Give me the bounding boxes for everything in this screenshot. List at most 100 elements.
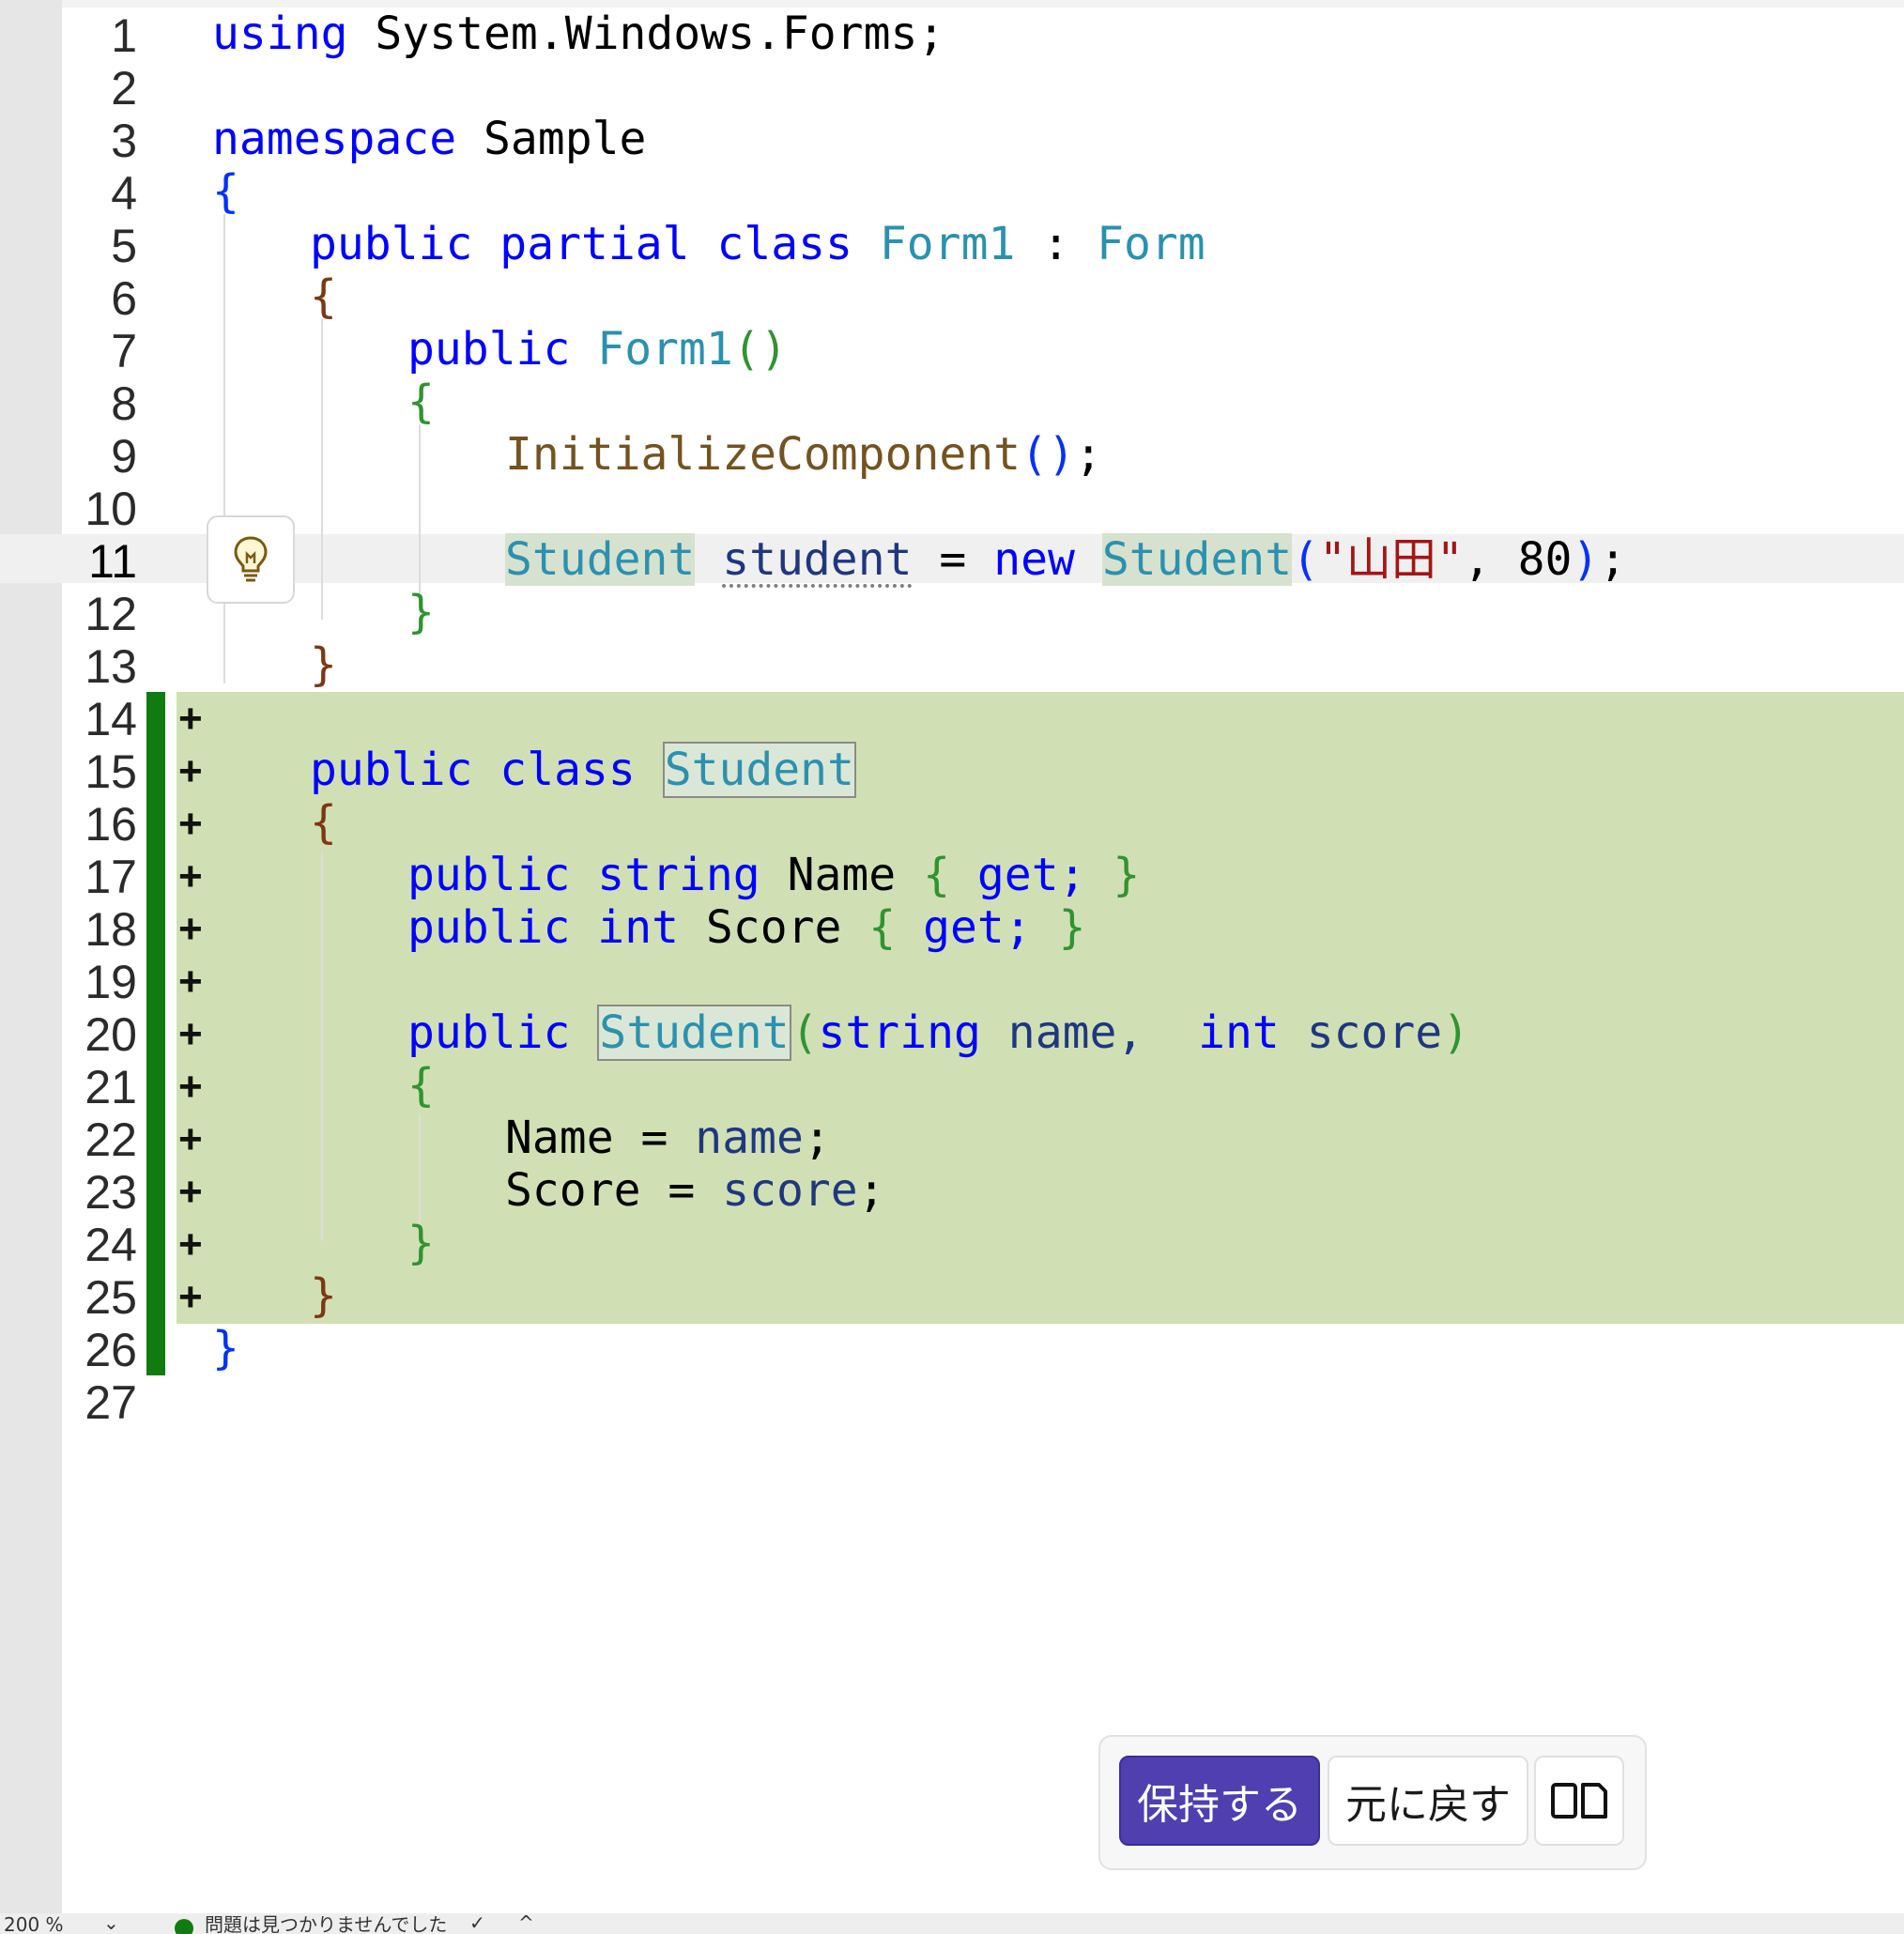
brace: { [212,165,239,218]
brace: } [212,1322,239,1374]
line-number: 7 [111,325,137,377]
paren: ) [1442,1006,1470,1059]
code-line-23[interactable]: Score = score; [505,1164,885,1217]
chevron-down-icon[interactable]: ⌄ [103,1913,119,1932]
paren: ) [1572,533,1600,586]
parens: () [732,323,788,376]
line-number: 5 [111,220,137,272]
line-number: 23 [84,1166,137,1219]
added-line-marker: + [178,696,203,742]
brace: } [1113,849,1141,901]
glyph-margin [0,0,62,1913]
code-line-24[interactable]: } [407,1217,435,1269]
code-line-9[interactable]: InitializeComponent(); [505,428,1102,481]
code-line-7[interactable]: public Form1() [407,323,788,376]
keyword: public class [310,744,636,796]
param-name: name, [1007,1006,1144,1059]
indent-guide [321,319,323,620]
code-line-21[interactable]: { [407,1059,435,1112]
constructor-name: Student [597,1005,791,1061]
code-line-4[interactable]: { [212,165,239,218]
diff-change-bar [146,692,165,1375]
line-number: 4 [111,167,137,220]
code-line-13[interactable]: } [310,638,337,691]
added-line-marker: + [178,801,203,847]
code-line-3[interactable]: namespace Sample [212,113,646,165]
keyword: public [407,1006,571,1059]
number-literal: 80 [1517,533,1573,586]
added-line-marker: + [178,1274,203,1320]
semicolon: ; [1074,428,1102,481]
property-ref: Name [505,1112,614,1164]
brace: { [868,901,897,954]
added-line-marker: + [178,1011,203,1057]
lightbulb-icon [234,536,268,582]
code-line-5[interactable]: public partial class Form1 : Form [310,218,1205,270]
brace: { [310,796,337,849]
keep-button[interactable]: 保持する [1119,1756,1320,1846]
semicolon: ; [857,1164,885,1217]
brace: { [310,270,337,323]
zoom-level[interactable]: 200 % [4,1915,64,1934]
paren: ( [791,1006,819,1059]
code-line-12[interactable]: } [407,586,435,638]
type-ref: Student [1101,533,1293,586]
type-ref: Student [505,533,696,586]
diff-action-bar: 保持する 元に戻す [1098,1735,1647,1870]
quick-actions-lightbulb[interactable] [207,515,295,604]
keyword: public partial class [310,218,852,270]
line-number: 8 [111,377,137,430]
line-number: 21 [84,1061,137,1113]
operator: = [640,1164,723,1217]
code-line-17[interactable]: public string Name { get; } [407,849,1140,901]
compare-view-button[interactable] [1534,1756,1624,1846]
namespace-name: Sample [456,113,647,165]
added-line-marker: + [178,1169,203,1215]
line-number: 25 [84,1271,137,1324]
code-line-26[interactable]: } [212,1322,239,1374]
line-number: 12 [84,588,137,640]
keyword: public int [407,901,679,954]
code-line-20[interactable]: public Student(string name, int score) [407,1005,1470,1061]
line-number: 9 [111,430,137,483]
namespace-ref: System.Windows.Forms; [347,8,945,60]
brace: { [407,1059,435,1112]
no-issues-icon [175,1919,193,1934]
undo-button[interactable]: 元に戻す [1328,1756,1528,1846]
brace: } [407,586,435,638]
keyword: using [212,8,348,60]
line-number: 2 [111,62,137,115]
code-line-16[interactable]: { [310,796,337,849]
indent-guide [419,424,421,593]
brace: { [407,376,435,428]
code-line-18[interactable]: public int Score { get; } [407,901,1086,954]
editor-tab-strip [0,0,1904,8]
code-line-8[interactable]: { [407,376,435,428]
line-number: 15 [84,745,137,798]
navigate-up-icon[interactable]: ^ [518,1913,534,1932]
property-ref: Score [505,1164,641,1217]
code-line-25[interactable]: } [310,1269,337,1322]
added-line-marker: + [178,853,203,899]
code-line-22[interactable]: Name = name; [505,1112,831,1164]
brace: } [310,1269,337,1322]
code-line-15[interactable]: public class Student [310,742,856,798]
diff-compare-icon [1551,1783,1607,1819]
status-bar: 200 % ⌄ 問題は見つかりませんでした ✓ ^ [0,1913,1904,1934]
line-number: 20 [84,1008,137,1061]
code-line-11[interactable]: Student student = new Student("山田", 80); [505,533,1626,586]
issues-status[interactable]: 問題は見つかりませんでした [205,1915,447,1934]
code-line-6[interactable]: { [310,270,337,323]
code-cleanup-icon[interactable]: ✓ [469,1913,485,1932]
code-line-1[interactable]: using System.Windows.Forms; [212,8,944,60]
accessor: get; [923,901,1032,954]
line-number-current: 11 [88,535,137,588]
brace: } [407,1217,435,1269]
added-line-marker: + [178,1064,203,1110]
param-ref: name [695,1112,804,1164]
param-name: score [1306,1006,1443,1059]
inherit-sep: : [1015,218,1098,270]
line-number: 1 [111,9,137,62]
indent-guide [223,214,225,683]
base-class-name: Form [1097,218,1205,270]
